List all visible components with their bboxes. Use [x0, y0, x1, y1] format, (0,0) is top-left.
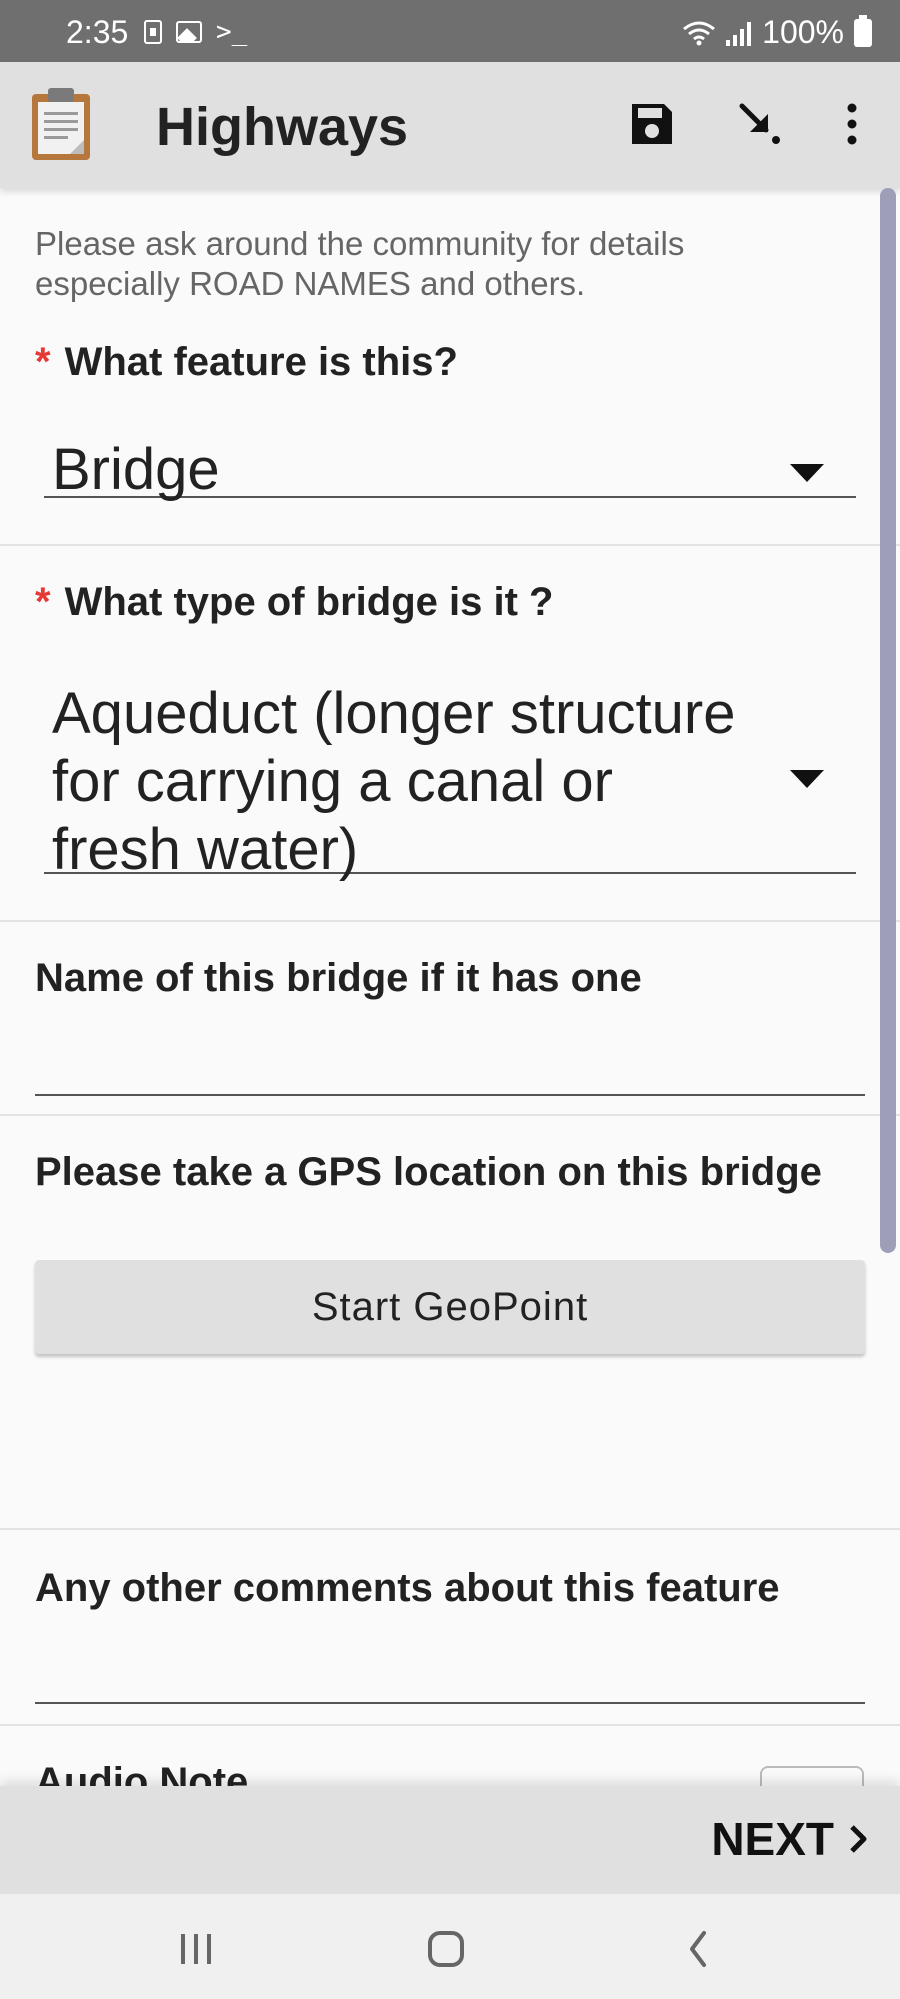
- overflow-menu-button[interactable]: [820, 92, 884, 156]
- divider: [0, 1528, 900, 1530]
- question-comments-label: Any other comments about this feature: [35, 1566, 780, 1610]
- clipboard-icon: [32, 88, 90, 160]
- system-navigation-bar: [0, 1894, 900, 1999]
- question-bridge-type-label: * What type of bridge is it ?: [35, 580, 553, 625]
- home-button[interactable]: [416, 1924, 476, 1974]
- wifi-icon: [683, 21, 716, 45]
- bottom-navigation-bar: NEXT: [0, 1786, 900, 1894]
- next-label: NEXT: [711, 1813, 834, 1865]
- save-icon: [632, 104, 672, 144]
- required-marker: *: [35, 340, 51, 384]
- question-audio-label: Audio Note: [35, 1760, 249, 1788]
- divider: [0, 1724, 900, 1726]
- status-system-icons: 100%: [682, 14, 872, 51]
- recents-button[interactable]: [166, 1924, 226, 1974]
- battery-percentage: 100%: [762, 14, 844, 50]
- app-title: Highways: [156, 97, 409, 157]
- divider: [0, 1114, 900, 1116]
- bridge-name-input[interactable]: [35, 1094, 865, 1096]
- save-button[interactable]: [620, 92, 684, 156]
- feature-dropdown-arrow-icon: [790, 464, 824, 482]
- go-to-prompt-button[interactable]: [728, 92, 792, 156]
- status-bar: 2:35 >_ 100%: [0, 0, 900, 62]
- divider: [0, 544, 900, 546]
- status-notification-icons: >_: [144, 17, 248, 47]
- question-feature-text: What feature is this?: [64, 340, 458, 384]
- recents-icon: [181, 1934, 211, 1964]
- feature-select[interactable]: Bridge: [44, 436, 856, 502]
- scrollbar[interactable]: [880, 188, 896, 1253]
- form-content: Please ask around the community for deta…: [0, 188, 900, 1788]
- battery-icon: [854, 14, 872, 47]
- form-hint: Please ask around the community for deta…: [35, 225, 685, 302]
- bridge-type-select-value: Aqueduct (longer structure for carrying …: [52, 681, 736, 882]
- bridge-type-dropdown-arrow-icon: [790, 770, 824, 788]
- start-geopoint-button[interactable]: Start GeoPoint: [35, 1260, 865, 1354]
- next-button[interactable]: NEXT: [711, 1812, 870, 1866]
- cell-signal-icon: [726, 20, 752, 46]
- record-audio-button[interactable]: [760, 1766, 864, 1788]
- terminal-icon: >_: [216, 17, 248, 47]
- question-bridge-type-text: What type of bridge is it ?: [64, 580, 554, 624]
- back-icon: [690, 1931, 706, 1967]
- comments-input[interactable]: [35, 1702, 865, 1704]
- question-gps-label: Please take a GPS location on this bridg…: [35, 1150, 822, 1194]
- more-vert-icon: [847, 103, 857, 145]
- question-bridge-name-label: Name of this bridge if it has one: [35, 956, 642, 1000]
- gallery-icon: [176, 21, 202, 43]
- chevron-right-icon: [850, 1825, 867, 1853]
- question-feature-label: * What feature is this?: [35, 340, 458, 385]
- go-to-icon: [739, 103, 780, 144]
- feature-select-value: Bridge: [52, 437, 220, 502]
- status-time: 2:35: [66, 14, 129, 50]
- required-marker: *: [35, 580, 51, 624]
- sim-card-icon: [144, 20, 162, 44]
- home-icon: [428, 1931, 464, 1967]
- back-button[interactable]: [668, 1924, 728, 1974]
- divider: [0, 920, 900, 922]
- bridge-type-select[interactable]: Aqueduct (longer structure for carrying …: [44, 680, 856, 882]
- app-bar: Highways: [0, 62, 900, 188]
